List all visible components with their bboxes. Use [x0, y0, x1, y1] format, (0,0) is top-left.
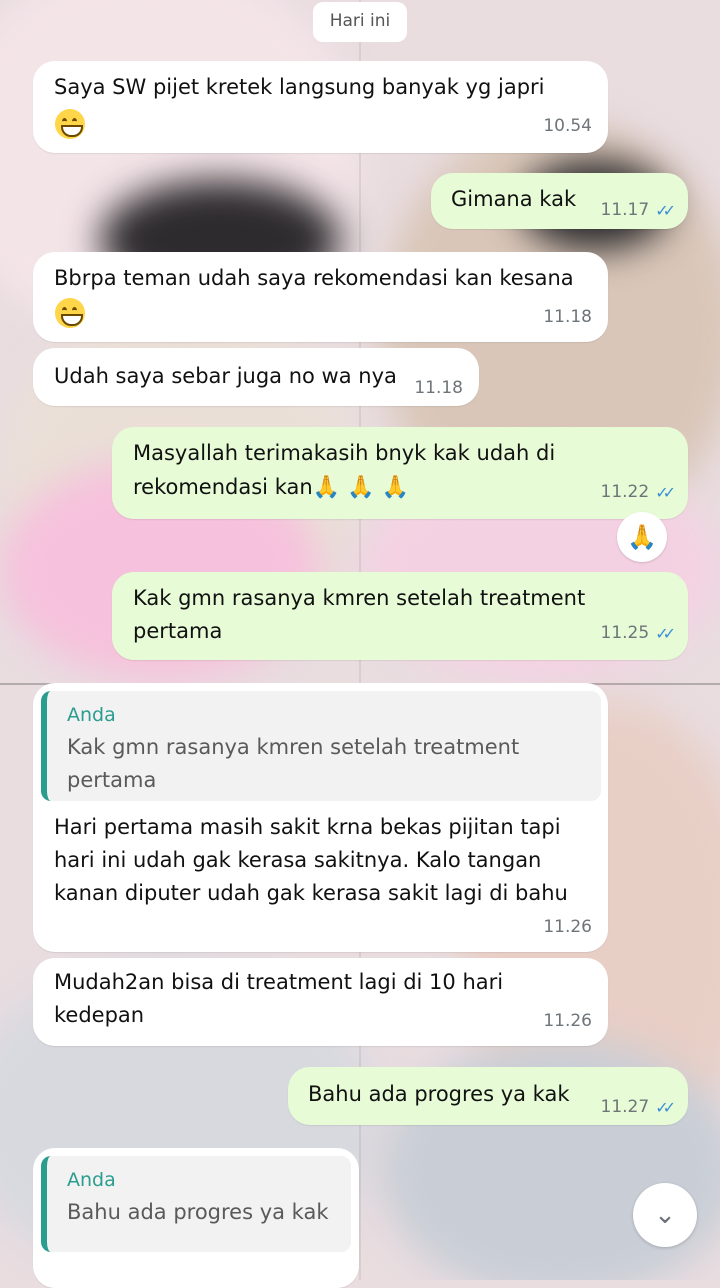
double-check-icon: ✓✓	[655, 201, 676, 220]
date-chip: Hari ini	[313, 2, 407, 42]
double-check-icon: ✓✓	[655, 483, 676, 502]
message-time: 11.27	[600, 1097, 650, 1117]
message-time: 10.54	[543, 116, 592, 136]
message-meta: 11.18	[414, 372, 463, 405]
message-time: 11.17	[600, 200, 650, 220]
grinning-face-icon	[55, 109, 85, 139]
message-text: Saya SW pijet kretek langsung banyak yg …	[54, 75, 545, 99]
message-time: 11.26	[543, 1011, 592, 1031]
message-text-continued: rekomendasi kan	[133, 475, 313, 499]
quote-text: Kak gmn rasanya kmren setelah treatment …	[67, 735, 520, 792]
message-meta: 11.17 ✓✓	[600, 194, 676, 227]
folded-hands-icon: 🙏 🙏 🙏	[312, 475, 409, 500]
message-time: 11.22	[600, 482, 650, 502]
message-outgoing[interactable]: Kak gmn rasanya kmren setelah treatment …	[112, 572, 688, 660]
message-meta: 11.27 ✓✓	[600, 1091, 676, 1124]
message-meta: 11.22 ✓✓	[600, 476, 676, 509]
reaction-badge[interactable]: 🙏	[617, 512, 667, 562]
message-incoming[interactable]: Udah saya sebar juga no wa nya 11.18	[33, 348, 479, 406]
message-text-line: rekomendasi kan🙏 🙏 🙏	[133, 471, 409, 504]
message-incoming[interactable]: Bbrpa teman udah saya rekomendasi kan ke…	[33, 252, 608, 342]
chevron-double-down-icon: ⌄	[654, 1200, 676, 1230]
message-time: 11.26	[543, 917, 592, 937]
double-check-icon: ✓✓	[655, 1098, 676, 1117]
quoted-message[interactable]: Anda Bahu ada progres ya kak	[41, 1156, 351, 1252]
message-time: 11.18	[543, 307, 592, 327]
message-text: Udah saya sebar juga no wa nya	[54, 364, 397, 388]
double-check-icon: ✓✓	[655, 624, 676, 643]
message-outgoing[interactable]: Masyallah terimakasih bnyk kak udah di r…	[112, 427, 688, 519]
message-text: Hari pertama masih sakit krna bekas piji…	[54, 815, 568, 905]
message-time: 11.25	[600, 623, 650, 643]
quoted-message[interactable]: Anda Kak gmn rasanya kmren setelah treat…	[41, 691, 601, 801]
message-meta: 10.54	[543, 110, 592, 143]
message-incoming-reply[interactable]: Anda Bahu ada progres ya kak	[33, 1148, 359, 1288]
message-meta: 11.26	[543, 1005, 592, 1038]
message-incoming[interactable]: Mudah2an bisa di treatment lagi di 10 ha…	[33, 958, 608, 1046]
message-outgoing[interactable]: Bahu ada progres ya kak 11.27 ✓✓	[288, 1067, 688, 1125]
scroll-to-bottom-button[interactable]: ⌄	[633, 1183, 697, 1247]
quote-text: Bahu ada progres ya kak	[67, 1200, 329, 1224]
folded-hands-icon: 🙏	[627, 523, 657, 551]
grinning-face-icon	[55, 298, 85, 328]
message-text: Gimana kak	[451, 187, 577, 211]
message-time: 11.18	[414, 378, 463, 398]
message-text: Kak gmn rasanya kmren setelah treatment …	[133, 586, 586, 643]
message-text: Mudah2an bisa di treatment lagi di 10 ha…	[54, 970, 504, 1027]
message-text: Masyallah terimakasih bnyk kak udah di	[133, 441, 556, 465]
quote-author: Anda	[67, 1169, 116, 1191]
message-meta: 11.25 ✓✓	[600, 617, 676, 650]
message-outgoing[interactable]: Gimana kak 11.17 ✓✓	[431, 173, 688, 229]
message-text: Bahu ada progres ya kak	[308, 1082, 570, 1106]
message-meta: 11.18	[543, 301, 592, 334]
message-text: Bbrpa teman udah saya rekomendasi kan ke…	[54, 266, 574, 290]
message-meta: 11.26	[543, 911, 592, 944]
message-incoming[interactable]: Saya SW pijet kretek langsung banyak yg …	[33, 61, 608, 153]
quote-author: Anda	[67, 704, 116, 726]
message-incoming-reply[interactable]: Anda Kak gmn rasanya kmren setelah treat…	[33, 683, 608, 952]
